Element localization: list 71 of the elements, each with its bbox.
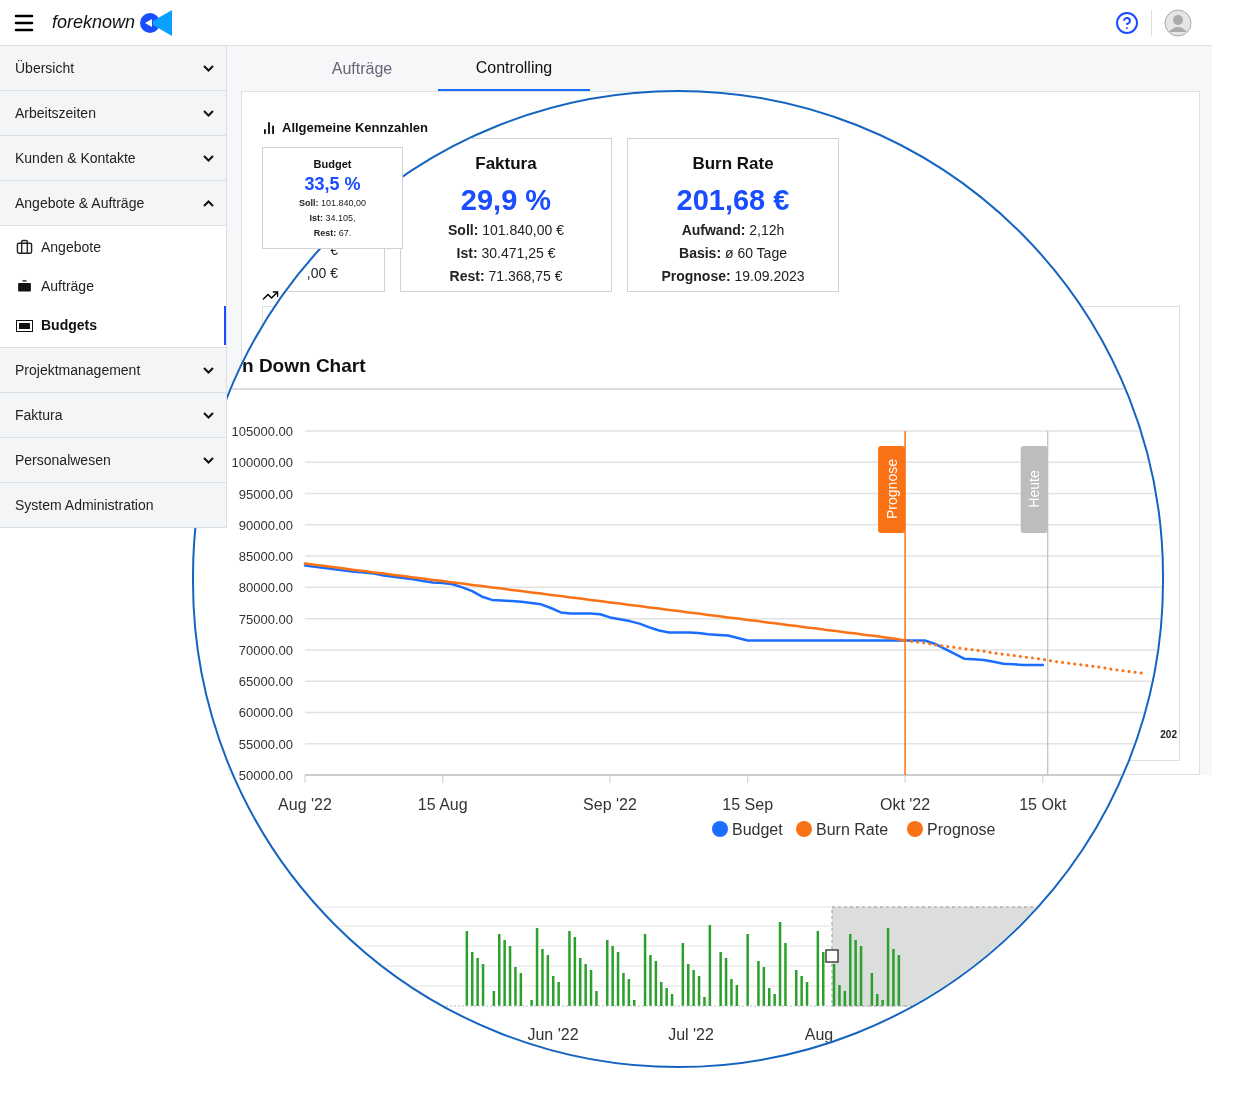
sidebar-item[interactable]: Kunden & Kontakte	[0, 136, 226, 181]
bar-chart-icon	[262, 120, 276, 135]
legend-label[interactable]: Burn Rate	[816, 821, 889, 838]
marker-label: Heute	[1026, 470, 1043, 508]
sidebar-item[interactable]: System Administration	[0, 483, 226, 528]
x-axis-label: Sep '22	[583, 796, 637, 813]
chevron-down-icon	[203, 366, 214, 374]
y-axis-label: 95000.00	[238, 486, 293, 502]
card-line: Prognose: 19.09.2023	[661, 266, 805, 286]
card-line: Soll: 101.840,00 €	[448, 220, 564, 240]
x-axis-label: Jul '22	[668, 1026, 714, 1043]
card-line: ,00 €	[306, 264, 338, 283]
x-axis-label: Okt '22	[880, 796, 931, 813]
card-line: Rest: 71.368,75 €	[449, 266, 563, 286]
x-axis-label: Jun '22	[527, 1026, 579, 1043]
card-line: Aufwand: 2,12h	[681, 220, 785, 240]
x-axis-label: Aug	[804, 1026, 834, 1043]
sidebar-item[interactable]: Faktura	[0, 393, 226, 438]
card-value: 33,5 %	[304, 173, 361, 196]
chart-title: n Down Chart	[242, 355, 366, 376]
y-axis-label: 85000.00	[238, 549, 293, 565]
card-title: Burn Rate	[692, 153, 774, 175]
card-value: 201,68 €	[676, 182, 790, 218]
card-line: Ist: 30.471,25 €	[456, 243, 556, 263]
briefcase-outline-icon	[16, 239, 33, 256]
sidebar-item[interactable]: Personalwesen	[0, 438, 226, 483]
legend-label[interactable]: Budget	[732, 821, 783, 838]
card-title: Budget	[313, 156, 352, 172]
chevron-up-icon	[203, 199, 214, 207]
card-line: Ist: 34.105,	[309, 212, 356, 225]
y-axis-label: 60000.00	[238, 705, 293, 721]
card-line: Soll: 101.840,00	[298, 197, 367, 210]
y-axis-label: 75000.00	[238, 611, 293, 627]
card-value: 29,9 %	[460, 182, 552, 218]
briefcase-icon	[16, 278, 33, 295]
x-axis-label: 15 Sep	[722, 796, 774, 813]
chevron-down-icon	[203, 456, 214, 464]
card-title: Faktura	[475, 153, 537, 175]
x-axis-label: 15 Aug	[417, 796, 468, 813]
x-axis-label: 15 Okt	[1019, 796, 1067, 813]
section-title: Allgemeine Kennzahlen	[282, 119, 428, 137]
y-axis-label: 55000.00	[238, 736, 293, 752]
marker-label: Prognose	[883, 459, 900, 519]
y-axis-label: 50000.00	[238, 768, 293, 783]
sidebar-item[interactable]: Projektmanagement	[0, 348, 226, 393]
brand-name: foreknown	[52, 11, 136, 34]
help-icon[interactable]	[1115, 10, 1139, 35]
y-axis-label: 105000.00	[231, 424, 293, 439]
y-axis-label: 70000.00	[238, 642, 293, 658]
legend-label[interactable]: Prognose	[927, 821, 996, 838]
card-line: Rest: 67.	[313, 227, 352, 240]
banknote-icon	[16, 319, 33, 332]
chevron-down-icon	[203, 411, 214, 419]
y-axis-label: 90000.00	[238, 517, 293, 533]
sidebar-item[interactable]: Übersicht	[0, 46, 226, 91]
chevron-down-icon	[203, 109, 214, 117]
sidebar-item[interactable]: Arbeitszeiten	[0, 91, 226, 136]
axis-label: 202	[1160, 727, 1177, 742]
tab[interactable]: Aufträge	[286, 46, 438, 91]
chevron-down-icon	[203, 64, 214, 72]
x-axis-label: Aug '22	[278, 796, 332, 813]
card-line: Basis: ø 60 Tage	[679, 243, 787, 263]
sidebar-item[interactable]: Angebote & Aufträge	[0, 181, 226, 226]
y-axis-label: 100000.00	[231, 455, 293, 471]
chevron-down-icon	[203, 154, 214, 162]
range-handle[interactable]	[825, 949, 839, 963]
sidebar-subitem[interactable]: Aufträge	[0, 267, 226, 306]
y-axis-label: 80000.00	[238, 580, 293, 596]
sidebar-subitem[interactable]: Angebote	[0, 228, 226, 267]
y-axis-label: 65000.00	[238, 674, 293, 690]
logo-icon	[139, 8, 174, 37]
